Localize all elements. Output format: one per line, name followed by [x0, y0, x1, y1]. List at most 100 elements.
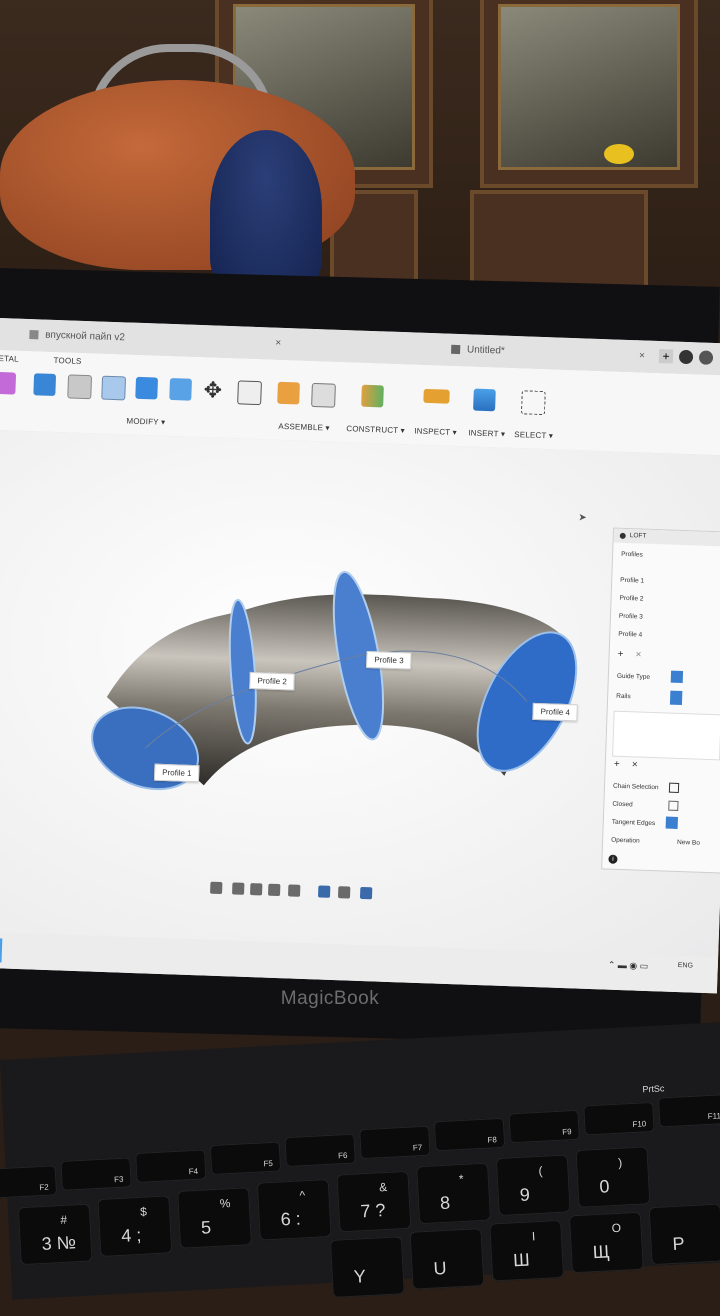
collapse-icon[interactable] — [619, 532, 626, 539]
orbit-icon[interactable] — [210, 881, 223, 895]
toolbar-section-tools[interactable]: TOOLS — [53, 356, 81, 366]
close-icon[interactable]: × — [275, 332, 282, 356]
tab-document-2[interactable]: Untitled* × — [451, 338, 652, 369]
assemble-menu[interactable]: ASSEMBLE ▾ — [278, 422, 330, 433]
key-main-label: P — [672, 1233, 686, 1255]
plane-icon[interactable] — [361, 384, 384, 408]
key-f11[interactable]: F11 — [657, 1093, 720, 1128]
key-f10[interactable]: F10 — [583, 1101, 655, 1136]
key-f4-label: F4 — [188, 1166, 199, 1177]
key-main-label: 3 № — [41, 1232, 77, 1255]
profile-3-label: Profile 3 — [366, 650, 412, 670]
profile-row-3[interactable]: Profile 3 — [619, 613, 643, 621]
rails-select-button[interactable] — [669, 690, 683, 706]
viewports-icon[interactable] — [359, 886, 373, 900]
insert-menu[interactable]: INSERT ▾ — [468, 428, 505, 438]
key-0[interactable]: ) 0 — [575, 1146, 651, 1208]
split-face-icon[interactable] — [169, 377, 192, 401]
combine-icon[interactable] — [135, 376, 159, 400]
notifications-icon[interactable] — [698, 350, 714, 365]
key-u[interactable]: U — [409, 1228, 485, 1290]
key-f7-label: F7 — [412, 1143, 423, 1153]
key-f3-label: F3 — [113, 1174, 124, 1185]
close-icon[interactable]: × — [639, 344, 646, 368]
key-f6[interactable]: F6 — [284, 1133, 356, 1168]
key-sub-label: & — [378, 1179, 388, 1195]
construct-menu[interactable]: CONSTRUCT ▾ — [346, 424, 405, 435]
grid-settings-icon[interactable] — [337, 886, 351, 899]
add-rail-button[interactable]: + — [614, 759, 620, 770]
key-y[interactable]: Y — [329, 1236, 405, 1298]
chain-selection-checkbox[interactable] — [668, 782, 680, 793]
info-icon[interactable]: i — [608, 854, 618, 864]
guide-rails-icon[interactable] — [670, 670, 684, 684]
language-indicator[interactable]: ENG — [678, 962, 693, 970]
fillet-icon[interactable] — [67, 374, 93, 400]
add-profile-button[interactable]: + — [617, 649, 623, 660]
key-f9[interactable]: F9 — [508, 1109, 580, 1144]
key-5[interactable]: % 5 — [177, 1187, 253, 1249]
insert-image-icon[interactable] — [473, 388, 496, 412]
new-tab-icon[interactable]: + — [658, 349, 674, 364]
key-f7[interactable]: F7 — [359, 1125, 431, 1160]
key-f4[interactable]: F4 — [135, 1149, 207, 1184]
key-8[interactable]: * 8 — [416, 1162, 492, 1225]
key-f6-label: F6 — [337, 1150, 348, 1161]
key-f3[interactable]: F3 — [60, 1157, 132, 1191]
rails-list[interactable] — [612, 710, 720, 761]
fit-icon[interactable] — [287, 884, 301, 897]
press-pull-icon[interactable] — [33, 373, 57, 396]
profile-row-1[interactable]: Profile 1 — [620, 577, 644, 585]
joint-icon[interactable] — [311, 382, 336, 408]
key-f2[interactable]: F2 — [0, 1165, 58, 1199]
guide-type-label: Guide Type — [616, 672, 651, 681]
key-sub-label: * — [458, 1171, 464, 1187]
key-sub-label: # — [60, 1212, 68, 1228]
profile-row-4[interactable]: Profile 4 — [618, 631, 642, 639]
remove-profile-button[interactable]: × — [635, 649, 641, 660]
tab-document-1[interactable]: впускной пайп v2 × — [29, 323, 290, 356]
profile-row-2[interactable]: Profile 2 — [619, 595, 643, 603]
create-icon[interactable] — [0, 371, 17, 395]
key-f5[interactable]: F5 — [209, 1141, 282, 1176]
key-i[interactable]: IШ — [489, 1219, 565, 1282]
toolbar-section-sheetmetal[interactable]: ETAL — [0, 354, 19, 364]
remove-rail-button[interactable]: × — [632, 759, 638, 770]
operation-select[interactable]: New Bo — [677, 839, 700, 847]
key-p[interactable]: P — [648, 1203, 720, 1266]
measure-icon[interactable] — [423, 388, 450, 404]
tangent-edges-label: Tangent Edges — [611, 818, 656, 828]
key-7[interactable]: & 7 ? — [336, 1170, 412, 1233]
key-main-label: Y — [353, 1266, 367, 1287]
cabinet-glass-right — [498, 4, 680, 170]
closed-checkbox[interactable] — [668, 800, 679, 811]
pan-icon[interactable] — [250, 883, 263, 896]
key-9[interactable]: (9 — [495, 1154, 571, 1217]
laptop-brand: MagicBook — [280, 988, 380, 1009]
move-icon[interactable]: ✥ — [203, 377, 222, 404]
zoom-icon[interactable] — [268, 883, 281, 897]
tangent-edges-toggle[interactable] — [665, 816, 678, 829]
select-icon[interactable] — [520, 390, 546, 416]
select-menu[interactable]: SELECT ▾ — [514, 430, 553, 440]
display-settings-icon[interactable] — [317, 885, 331, 898]
taskbar-app-icon[interactable] — [0, 937, 3, 963]
key-6[interactable]: ^ 6 : — [256, 1178, 332, 1241]
laptop-screen: впускной пайп v2 × Untitled* × + ETAL TO… — [0, 318, 720, 994]
new-component-icon[interactable] — [277, 381, 300, 405]
key-4[interactable]: $4 ; — [97, 1195, 173, 1258]
key-o[interactable]: OЩ — [568, 1211, 644, 1274]
key-3[interactable]: #3 № — [17, 1203, 93, 1266]
rails-label: Rails — [616, 692, 631, 701]
key-sub-label: ( — [538, 1163, 543, 1178]
look-at-icon[interactable] — [232, 882, 245, 895]
pipe-elbow-model[interactable] — [82, 546, 581, 843]
key-f8[interactable]: F8 — [433, 1117, 506, 1152]
profile-2-label: Profile 2 — [249, 671, 296, 691]
modify-menu[interactable]: MODIFY ▾ — [126, 416, 165, 426]
tray-icons[interactable]: ⌃ ▬ ◉ ▭ — [608, 960, 649, 972]
inspect-menu[interactable]: INSPECT ▾ — [414, 427, 457, 437]
align-icon[interactable] — [237, 380, 262, 406]
shell-icon[interactable] — [101, 375, 127, 401]
job-status-icon[interactable] — [678, 349, 694, 365]
